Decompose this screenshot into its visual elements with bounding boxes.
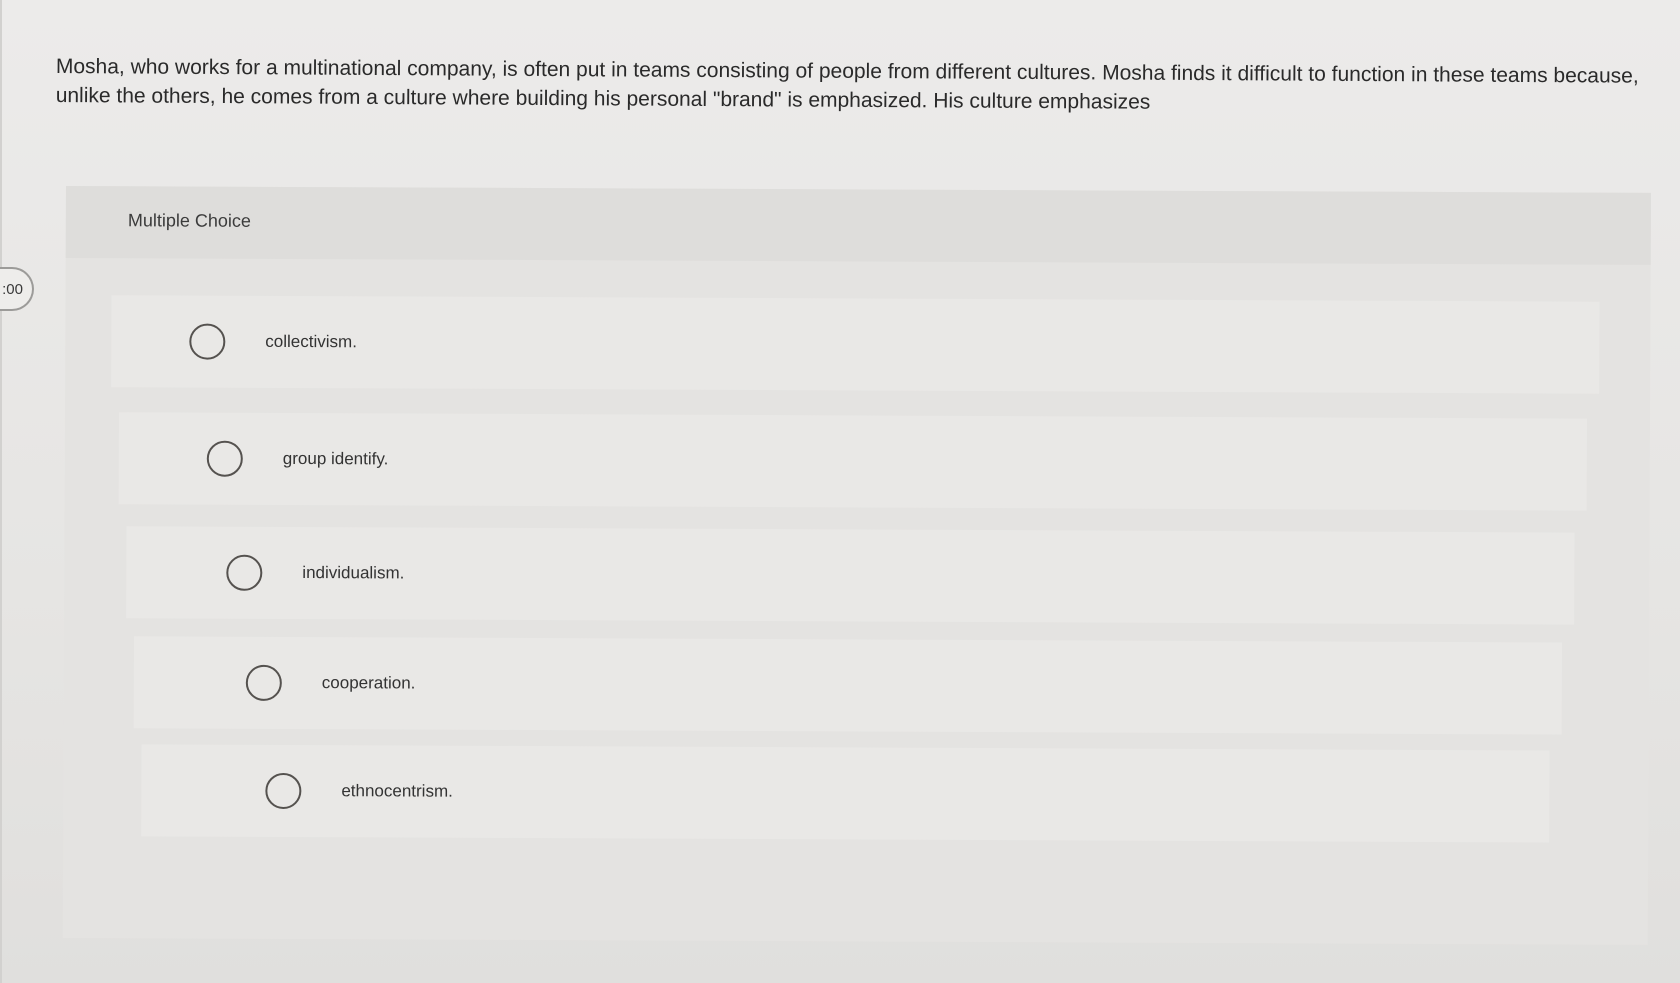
option-label: ethnocentrism.: [341, 781, 453, 801]
option-label: group identify.: [282, 448, 389, 469]
radio-button[interactable]: [245, 664, 282, 701]
radio-button[interactable]: [265, 772, 302, 810]
option-cooperation[interactable]: cooperation.: [133, 636, 1563, 735]
option-group-identify[interactable]: group identify.: [118, 412, 1587, 511]
option-individualism[interactable]: individualism.: [126, 526, 1575, 625]
option-label: cooperation.: [321, 673, 416, 693]
option-collectivism[interactable]: collectivism.: [111, 295, 1600, 394]
points-badge-text: :00: [2, 280, 23, 298]
radio-button[interactable]: [189, 323, 226, 360]
left-rail: [0, 0, 2, 983]
option-label: collectivism.: [265, 331, 357, 352]
multiple-choice-panel: Multiple Choice collectivism. group iden…: [62, 186, 1651, 945]
options-list: collectivism. group identify. individual…: [63, 186, 1651, 945]
radio-button[interactable]: [206, 440, 243, 477]
radio-button[interactable]: [226, 554, 263, 591]
points-badge: :00: [0, 267, 34, 311]
question-text: Mosha, who works for a multinational com…: [55, 54, 1639, 114]
option-ethnocentrism[interactable]: ethnocentrism.: [141, 744, 1550, 843]
option-label: individualism.: [302, 563, 405, 583]
